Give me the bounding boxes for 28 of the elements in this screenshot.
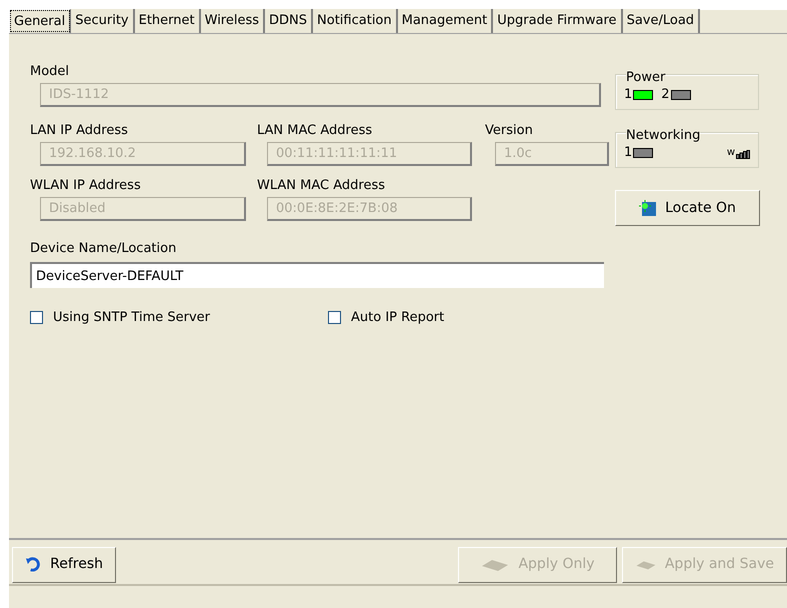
tab[interactable]: Wireless [200,9,266,33]
field-label: Device Name/Location [30,241,178,257]
checkbox[interactable] [30,311,43,324]
signal-bars-icon [736,150,750,159]
wireless-label: w [726,147,735,159]
action-button[interactable]: Refresh [12,546,116,582]
checkbox-label: Using SNTP Time Server [53,309,210,327]
field-label: Version [485,123,534,139]
tab[interactable]: Security [71,9,135,33]
led-label: 1 [624,87,632,103]
field-label: Model [30,64,70,80]
tab[interactable]: Upgrade Firmware [493,9,623,33]
tab[interactable]: Save/Load [622,9,700,33]
locate-icon [639,199,658,217]
locate-button[interactable]: Locate On [615,190,760,226]
undo-icon [25,556,42,572]
checkbox-label: Auto IP Report [351,309,444,327]
led-label: 1 [624,145,632,161]
led-label: 2 [661,87,670,103]
checkbox[interactable] [328,311,341,324]
tab[interactable]: DDNS [265,9,314,33]
tab[interactable]: General [9,9,72,33]
device-name-field[interactable]: DeviceServer-DEFAULT [30,262,604,288]
field-label: WLAN MAC Address [257,178,386,194]
tab[interactable]: Management [398,9,494,33]
group-title: Networking [626,128,700,144]
tab[interactable]: Notification [313,9,398,33]
tab[interactable]: Ethernet [134,9,201,33]
